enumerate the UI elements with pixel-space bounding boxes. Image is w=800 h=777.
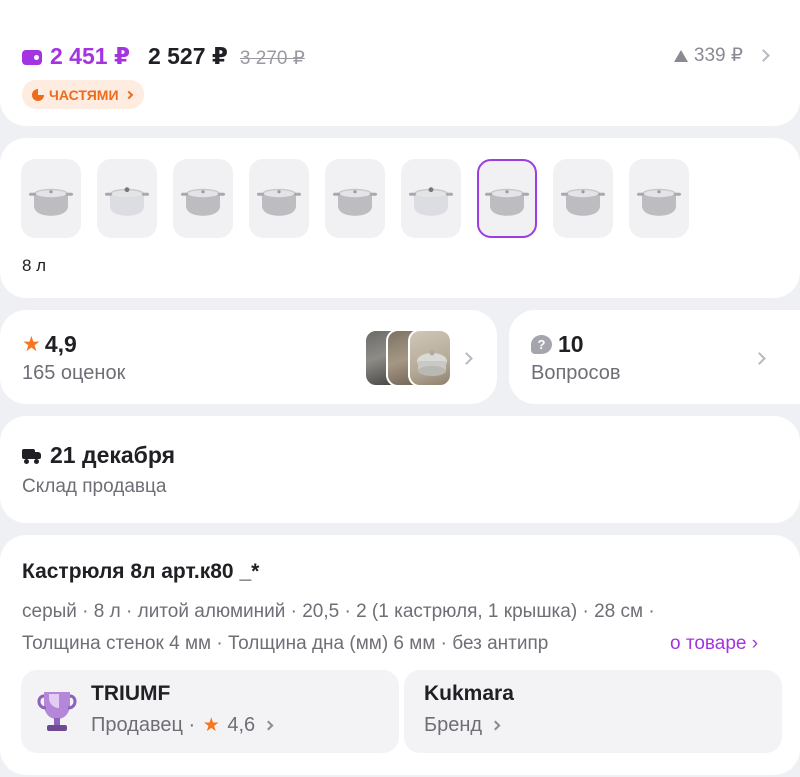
- seller-info: Продавец · ★ 4,6: [91, 714, 274, 737]
- brand-name: Kukmara: [424, 682, 514, 705]
- truck-icon: [22, 448, 42, 464]
- variant-thumbnail[interactable]: [629, 159, 689, 238]
- discount-button[interactable]: 339 ₽: [673, 44, 770, 67]
- chevron-right-icon: [263, 720, 274, 731]
- seller-card[interactable]: TRIUMF Продавец · ★ 4,6: [21, 670, 399, 753]
- current-price: 2 527 ₽: [147, 43, 228, 69]
- star-icon: ★: [22, 333, 41, 356]
- variant-caption: 8 л: [22, 256, 47, 275]
- questions-line: ? 10: [531, 331, 584, 358]
- variant-thumbnail[interactable]: [173, 159, 233, 238]
- pie-chart-icon: [32, 88, 44, 101]
- pot-image: [485, 188, 529, 216]
- variant-thumbnail[interactable]: [477, 159, 537, 238]
- pot-image: [409, 186, 453, 216]
- rating-card[interactable]: ★ 4,9 165 оценок: [0, 310, 497, 404]
- pot-image: [333, 188, 377, 216]
- product-specs-more: Толщина стенок 4 мм · Толщина дна (мм) 6…: [22, 633, 549, 654]
- questions-count: 10: [558, 331, 584, 357]
- questions-label: Вопросов: [531, 362, 621, 384]
- variant-thumbnail[interactable]: [325, 159, 385, 238]
- seller-rating: 4,6: [227, 714, 256, 736]
- installments-badge[interactable]: ЧАСТЯМИ: [22, 80, 144, 109]
- star-icon: ★: [202, 715, 220, 736]
- product-specs: серый · 8 л · литой алюминий · 20,5 · 2 …: [22, 601, 655, 622]
- variant-thumbnail[interactable]: [249, 159, 309, 238]
- rating-value: 4,9: [44, 331, 77, 357]
- pot-image: [561, 188, 605, 216]
- variant-thumbnail[interactable]: [97, 159, 157, 238]
- delivery-line: 21 декабря: [22, 442, 175, 469]
- price-row: 2 451 ₽ 2 527 ₽ 3 270 ₽: [22, 43, 305, 70]
- question-bubble-icon: ?: [531, 335, 552, 354]
- brand-info: Бренд: [424, 714, 501, 737]
- rating-line: ★ 4,9: [22, 331, 77, 358]
- discount-amount: 339 ₽: [693, 45, 743, 66]
- product-title: Кастрюля 8л арт.к80 _*: [22, 560, 260, 583]
- chevron-right-icon: [460, 352, 473, 365]
- rating-count: 165 оценок: [22, 362, 126, 384]
- variant-thumbnail[interactable]: [553, 159, 613, 238]
- about-product-link[interactable]: о товаре ›: [670, 628, 758, 660]
- chevron-right-icon: [124, 90, 133, 99]
- questions-card[interactable]: ? 10 Вопросов: [509, 310, 800, 404]
- trophy-icon: [37, 692, 77, 731]
- pot-image: [257, 188, 301, 216]
- delivery-date: 21 декабря: [50, 442, 176, 468]
- triangle-up-icon: [673, 49, 688, 62]
- chevron-right-icon: [757, 49, 770, 62]
- variant-thumbnail[interactable]: [401, 159, 461, 238]
- delivery-card[interactable]: 21 декабря Склад продавца: [0, 416, 800, 523]
- variants-card: 8 л: [0, 138, 800, 298]
- pot-image: [181, 188, 225, 216]
- delivery-source: Склад продавца: [22, 476, 167, 497]
- pot-image: [29, 188, 73, 216]
- review-photo: [408, 329, 452, 387]
- pot-image: [105, 186, 149, 216]
- price-card: 2 451 ₽ 2 527 ₽ 3 270 ₽ 339 ₽ ЧАСТЯМИ: [0, 0, 800, 126]
- wallet-price: 2 451 ₽: [50, 43, 130, 69]
- chevron-right-icon: [753, 352, 766, 365]
- chevron-right-icon: [490, 720, 501, 731]
- pot-image: [637, 188, 681, 216]
- brand-role: Бренд: [424, 714, 483, 736]
- review-photos[interactable]: [364, 329, 452, 387]
- product-card: Кастрюля 8л арт.к80 _* серый · 8 л · лит…: [0, 535, 800, 775]
- installments-label: ЧАСТЯМИ: [49, 86, 119, 103]
- variant-list: [21, 159, 689, 238]
- wallet-icon: [22, 50, 42, 65]
- seller-name: TRIUMF: [91, 682, 171, 705]
- variant-thumbnail[interactable]: [21, 159, 81, 238]
- brand-card[interactable]: Kukmara Бренд: [404, 670, 782, 753]
- seller-role: Продавец ·: [91, 714, 196, 736]
- old-price: 3 270 ₽: [239, 48, 305, 69]
